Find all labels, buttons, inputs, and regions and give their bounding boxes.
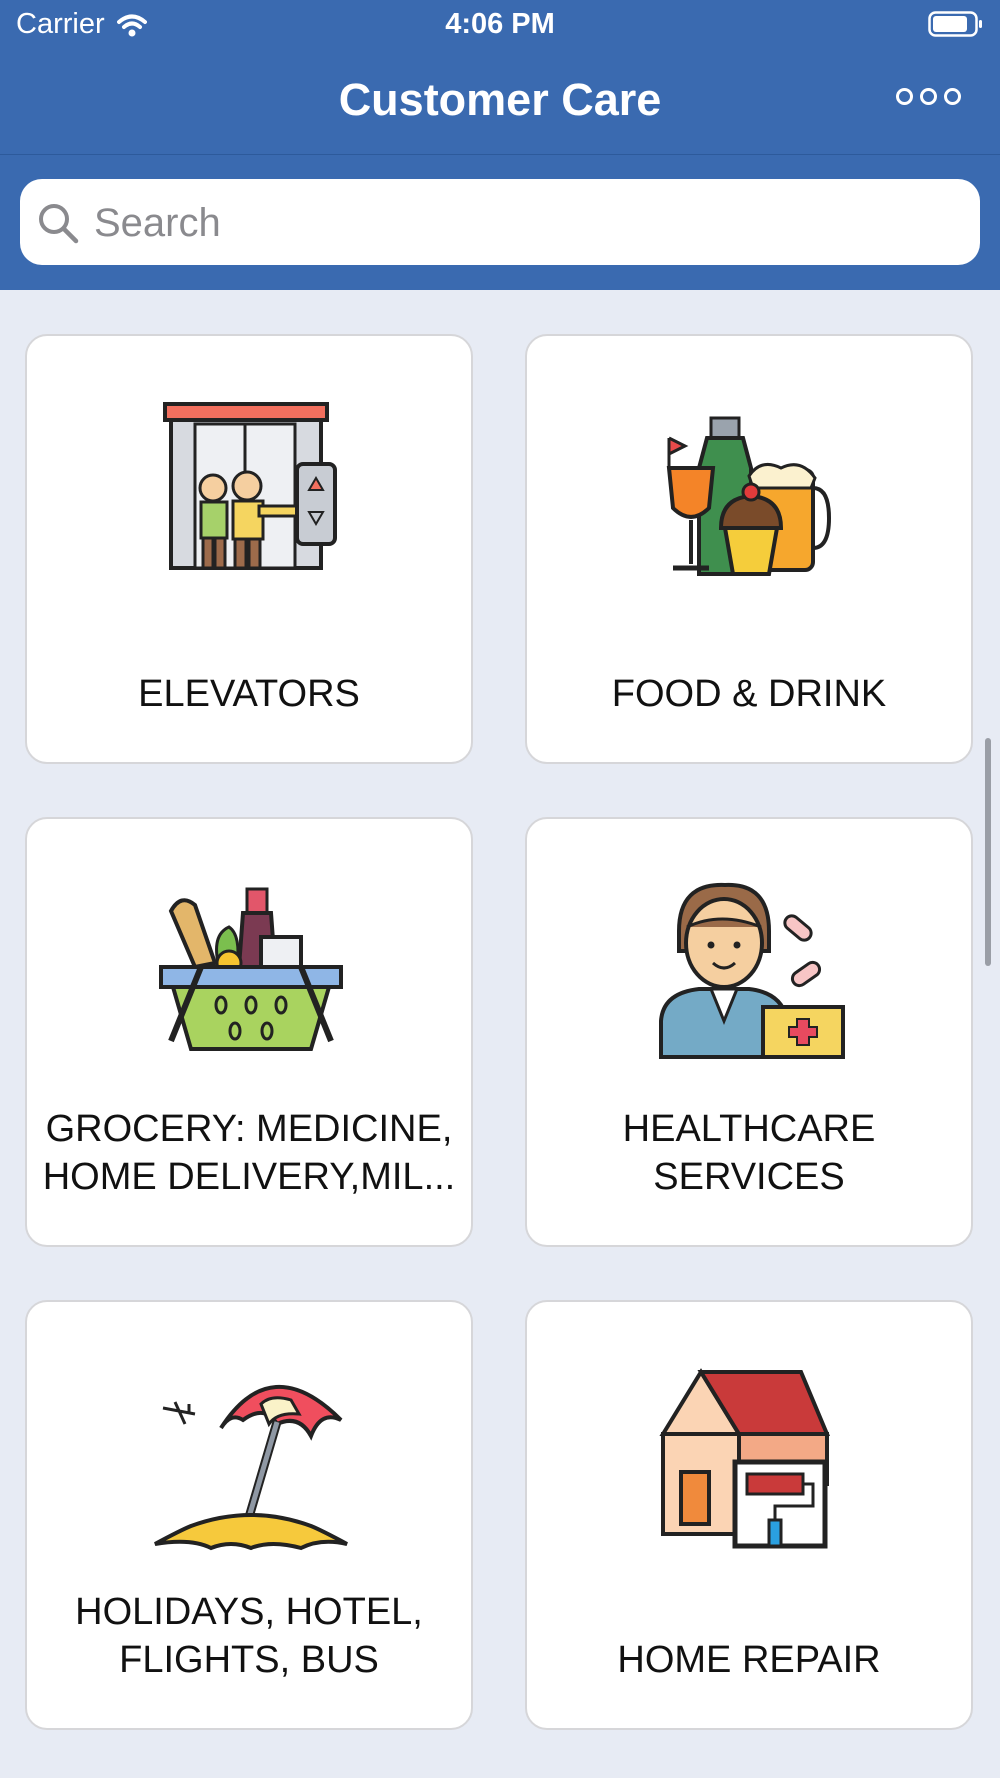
more-dot-icon — [920, 88, 937, 105]
more-dot-icon — [896, 88, 913, 105]
category-card-elevators[interactable]: ELEVATORS — [25, 334, 473, 764]
food-drink-icon — [666, 416, 832, 576]
elevator-icon — [163, 402, 337, 570]
category-label: HEALTHCARE SERVICES — [622, 1108, 876, 1198]
category-card-holidays[interactable]: HOLIDAYS, HOTEL, FLIGHTS, BUS — [25, 1300, 473, 1730]
category-label: GROCERY: MEDICINE, HOME DELIVERY,MIL... — [42, 1108, 456, 1198]
category-card-healthcare[interactable]: HEALTHCARE SERVICES — [525, 817, 973, 1247]
battery-icon — [928, 11, 982, 37]
vertical-scrollbar[interactable] — [985, 738, 991, 966]
category-label: HOLIDAYS, HOTEL, FLIGHTS, BUS — [75, 1591, 423, 1681]
header: Carrier 4:06 PM Customer Care — [0, 0, 1000, 290]
grocery-basket-icon — [159, 887, 343, 1051]
house-repair-icon — [659, 1368, 831, 1549]
status-bar: Carrier 4:06 PM — [0, 0, 1000, 50]
category-label: ELEVATORS — [138, 673, 360, 715]
doctor-icon — [659, 882, 845, 1059]
header-divider — [0, 154, 1000, 155]
page-title: Customer Care — [338, 74, 662, 125]
category-label: HOME REPAIR — [617, 1639, 881, 1681]
category-card-home-repair[interactable]: HOME REPAIR — [525, 1300, 973, 1730]
more-dot-icon — [944, 88, 961, 105]
search-icon — [39, 204, 79, 244]
beach-umbrella-icon — [154, 1384, 348, 1551]
search-input[interactable] — [92, 193, 956, 253]
status-time: 4:06 PM — [445, 8, 555, 40]
category-card-food-drink[interactable]: FOOD & DRINK — [525, 334, 973, 764]
category-label: FOOD & DRINK — [611, 673, 887, 715]
category-card-grocery[interactable]: GROCERY: MEDICINE, HOME DELIVERY,MIL... — [25, 817, 473, 1247]
search-bar[interactable] — [20, 179, 980, 265]
more-options-button[interactable] — [896, 88, 961, 105]
